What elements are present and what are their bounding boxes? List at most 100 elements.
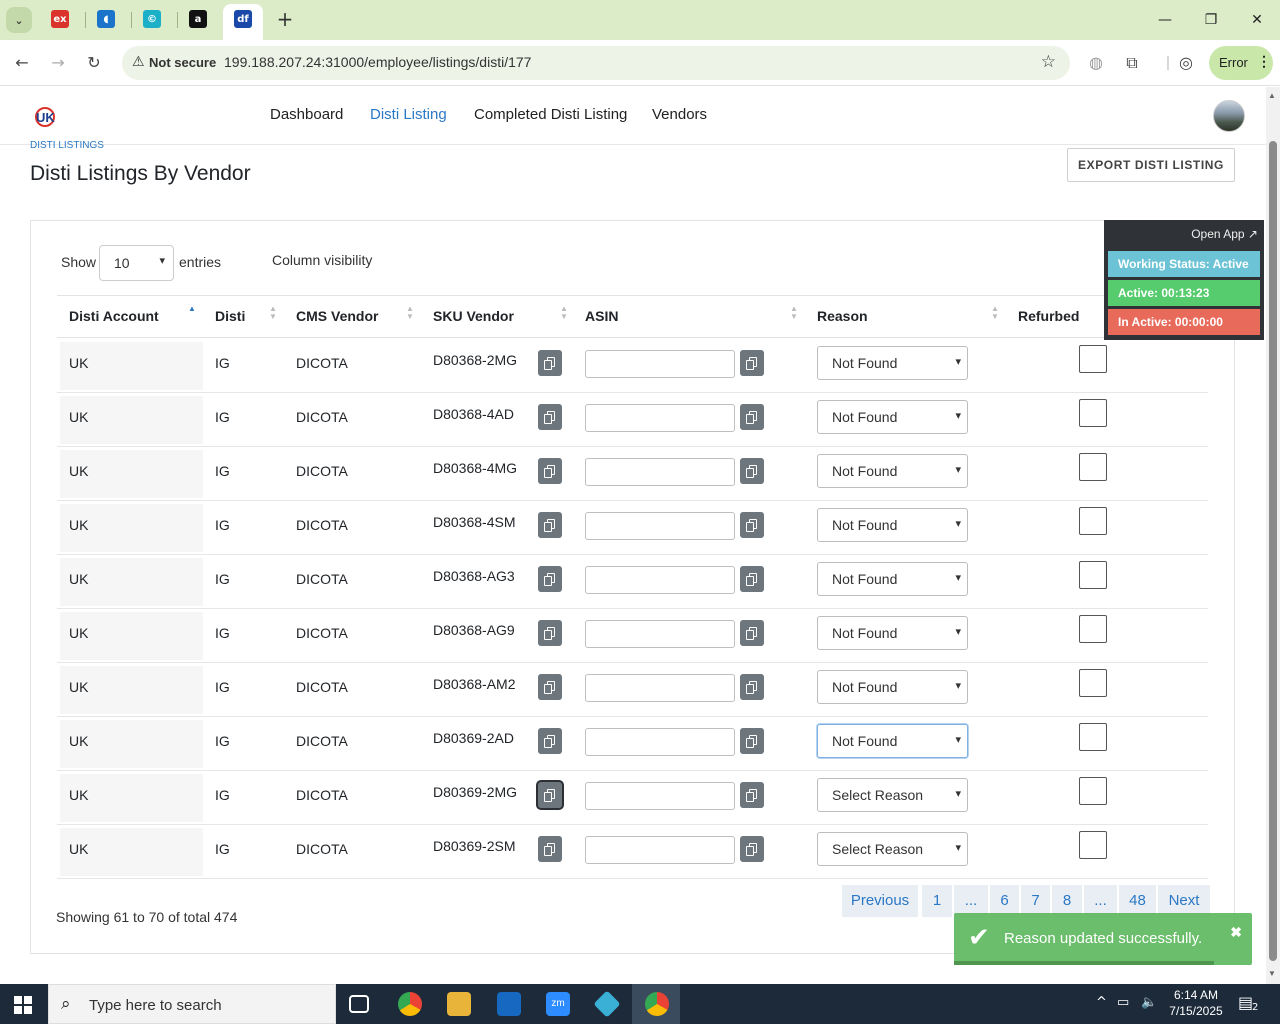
asin-input[interactable] (585, 404, 735, 432)
reason-select[interactable]: Not Found ▾ (817, 508, 968, 542)
copy-sku-button[interactable] (538, 728, 562, 754)
notifications-icon[interactable]: ▤ (1238, 993, 1253, 1012)
reload-icon[interactable]: ↻ (83, 52, 105, 74)
reason-select[interactable]: Not Found ▾ (817, 454, 968, 488)
copy-sku-button[interactable] (538, 512, 562, 538)
refurbed-checkbox[interactable] (1079, 723, 1107, 751)
col-refurbed[interactable]: Refurbed (1018, 308, 1079, 324)
restore-icon[interactable]: ❐ (1196, 8, 1226, 32)
profile-error-button[interactable]: Error ⋮ (1209, 46, 1273, 80)
windows-start-icon[interactable] (14, 996, 32, 1014)
zoom-icon[interactable]: zm (546, 992, 570, 1016)
ex-tab-icon[interactable]: ex (51, 10, 69, 28)
asin-input[interactable] (585, 836, 735, 864)
col-disti[interactable]: Disti (215, 308, 245, 324)
sort-asc-icon[interactable]: ▲▼ (188, 305, 196, 313)
bookmark-star-icon[interactable]: ☆ (1041, 52, 1056, 72)
profile-icon[interactable]: ◎ (1175, 52, 1197, 74)
copy-sku-button[interactable] (538, 620, 562, 646)
page-button-previous[interactable]: Previous (842, 885, 918, 917)
scrollbar-thumb[interactable] (1269, 141, 1277, 961)
blue-app-tab-icon[interactable]: ◖ (97, 10, 115, 28)
col-asin[interactable]: ASIN (585, 308, 618, 324)
paste-asin-button[interactable] (740, 566, 764, 592)
task-view-icon[interactable] (349, 995, 369, 1013)
copy-sku-button[interactable] (538, 836, 562, 862)
show-hidden-icons-icon[interactable]: ^ (1096, 995, 1107, 1010)
taskbar-search[interactable]: ⌕ Type here to search (48, 984, 336, 1024)
copy-sku-button[interactable] (538, 782, 562, 808)
asin-input[interactable] (585, 566, 735, 594)
paste-asin-button[interactable] (740, 404, 764, 430)
paste-asin-button[interactable] (740, 782, 764, 808)
chrome-profile-icon[interactable] (645, 992, 669, 1016)
page-scrollbar[interactable]: ▲ ▼ (1266, 87, 1280, 984)
open-app-link[interactable]: Open App ↗ (1191, 227, 1258, 241)
refurbed-checkbox[interactable] (1079, 831, 1107, 859)
paste-asin-button[interactable] (740, 728, 764, 754)
asin-input[interactable] (585, 620, 735, 648)
amazon-tab-icon[interactable]: a (189, 10, 207, 28)
refurbed-checkbox[interactable] (1079, 345, 1107, 373)
not-secure-label[interactable]: Not secure (149, 55, 216, 70)
outlook-icon[interactable] (497, 992, 521, 1016)
nav-completed-disti-listing[interactable]: Completed Disti Listing (474, 106, 627, 123)
col-reason[interactable]: Reason (817, 308, 868, 324)
df-tab-icon[interactable]: df (234, 10, 252, 28)
paste-asin-button[interactable] (740, 350, 764, 376)
extensions-puzzle-icon[interactable]: ⧉ (1121, 52, 1143, 74)
refurbed-checkbox[interactable] (1079, 399, 1107, 427)
chrome-icon[interactable] (398, 992, 422, 1016)
network-icon[interactable]: ▭ (1117, 995, 1129, 1010)
paste-asin-button[interactable] (740, 458, 764, 484)
volume-icon[interactable]: 🔈 (1141, 995, 1157, 1010)
copy-sku-button[interactable] (538, 404, 562, 430)
copyright-tab-icon[interactable]: © (143, 10, 161, 28)
asin-input[interactable] (585, 728, 735, 756)
tab-search-chevron-icon[interactable]: ⌄ (6, 7, 32, 33)
scroll-down-icon[interactable]: ▼ (1268, 969, 1276, 978)
breadcrumb[interactable]: Disti Listings (30, 140, 104, 148)
refurbed-checkbox[interactable] (1079, 561, 1107, 589)
file-explorer-icon[interactable] (447, 992, 471, 1016)
copy-sku-button[interactable] (538, 458, 562, 484)
asin-input[interactable] (585, 782, 735, 810)
col-disti-account[interactable]: Disti Account (69, 308, 159, 324)
page-button-1[interactable]: 1 (922, 885, 952, 917)
sort-icon[interactable]: ▲ ▼ (790, 305, 798, 321)
reason-select[interactable]: Not Found ▾ (817, 400, 968, 434)
refurbed-checkbox[interactable] (1079, 507, 1107, 535)
sort-icon[interactable]: ▲ ▼ (269, 305, 277, 321)
new-tab-plus-icon[interactable]: + (274, 8, 296, 30)
reason-select[interactable]: Not Found ▾ (817, 346, 968, 380)
reason-select[interactable]: Select Reason ▾ (817, 832, 968, 866)
asin-input[interactable] (585, 512, 735, 540)
nav-disti-listing[interactable]: Disti Listing (370, 106, 447, 123)
copy-sku-button[interactable] (538, 566, 562, 592)
back-arrow-icon[interactable]: ← (11, 52, 33, 74)
copy-sku-button[interactable] (538, 350, 562, 376)
reason-select[interactable]: Not Found ▾ (817, 670, 968, 704)
url-text[interactable]: 199.188.207.24:31000/employee/listings/d… (224, 54, 531, 70)
translate-globe-icon[interactable]: ◍ (1085, 52, 1107, 74)
sort-icon[interactable]: ▲ ▼ (560, 305, 568, 321)
export-disti-listing-button[interactable]: EXPORT DISTI LISTING (1067, 148, 1235, 182)
diamond-app-icon[interactable] (593, 990, 621, 1018)
reason-select[interactable]: Select Reason ▾ (817, 778, 968, 812)
minimize-icon[interactable]: — (1150, 8, 1180, 32)
col-cms-vendor[interactable]: CMS Vendor (296, 308, 378, 324)
forward-arrow-icon[interactable]: → (47, 52, 69, 74)
paste-asin-button[interactable] (740, 620, 764, 646)
nav-vendors[interactable]: Vendors (652, 106, 707, 123)
refurbed-checkbox[interactable] (1079, 615, 1107, 643)
system-clock[interactable]: 6:14 AM 7/15/2025 (1166, 987, 1226, 1019)
asin-input[interactable] (585, 674, 735, 702)
paste-asin-button[interactable] (740, 674, 764, 700)
uk-logo-icon[interactable]: UK (32, 105, 58, 127)
toast-close-icon[interactable]: ✖ (1230, 924, 1242, 941)
user-avatar[interactable] (1213, 100, 1245, 132)
asin-input[interactable] (585, 350, 735, 378)
refurbed-checkbox[interactable] (1079, 777, 1107, 805)
refurbed-checkbox[interactable] (1079, 669, 1107, 697)
scroll-up-icon[interactable]: ▲ (1268, 91, 1276, 100)
